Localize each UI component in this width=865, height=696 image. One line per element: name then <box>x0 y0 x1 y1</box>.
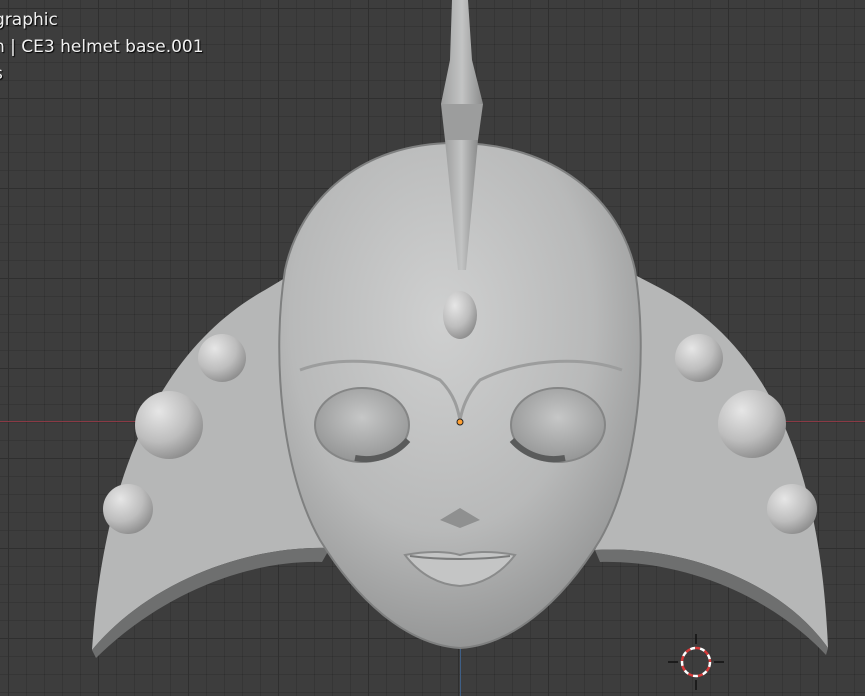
collection-object-label: n | CE3 helmet base.001 <box>0 37 204 57</box>
origin-icon <box>456 418 464 426</box>
view-name-label: graphic <box>0 10 58 30</box>
helmet-mesh[interactable] <box>0 0 865 696</box>
3d-cursor-icon[interactable] <box>668 634 724 690</box>
3d-viewport[interactable]: graphic n | CE3 helmet base.001 s <box>0 0 865 696</box>
units-label: s <box>0 64 3 84</box>
